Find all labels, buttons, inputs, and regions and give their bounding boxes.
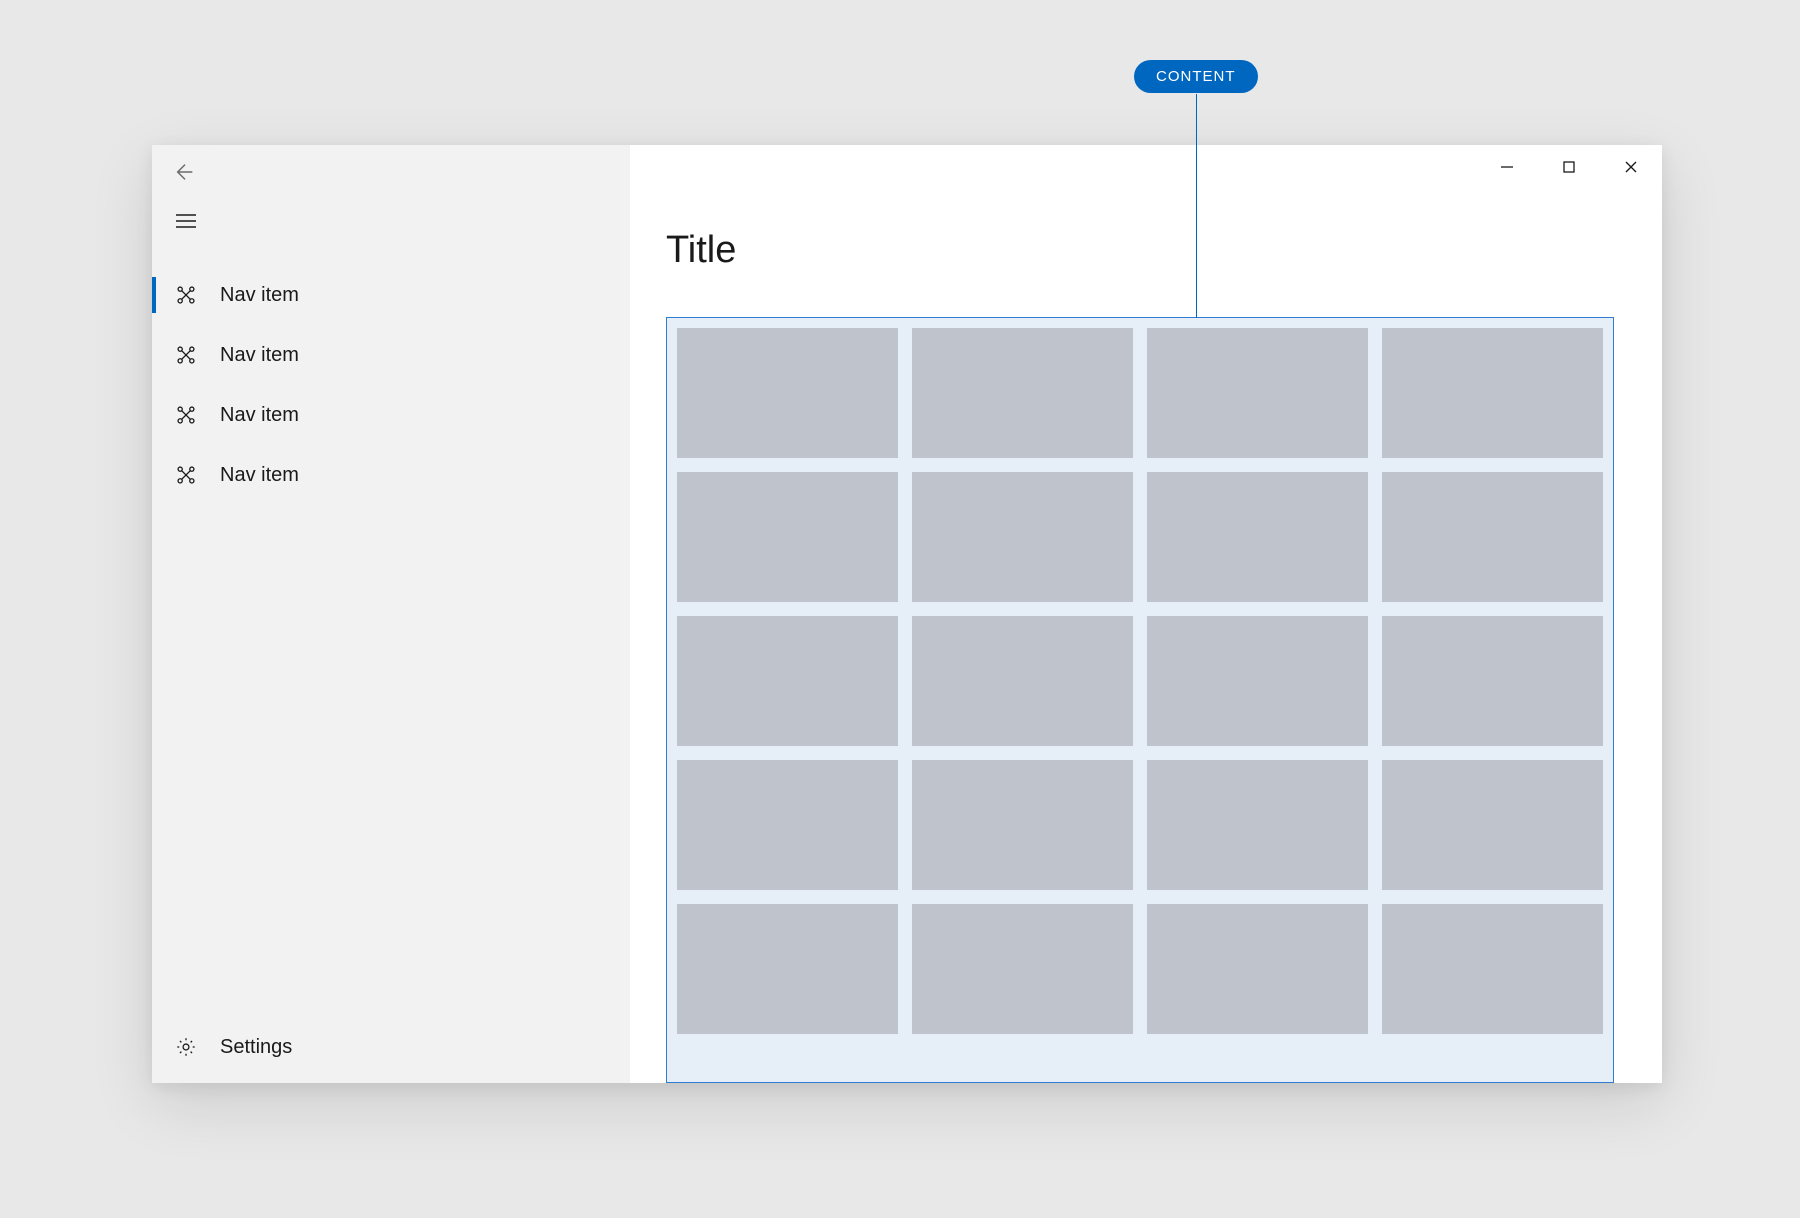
command-icon: [174, 283, 198, 307]
nav-item-3[interactable]: Nav item: [152, 445, 630, 505]
settings-label: Settings: [220, 1036, 292, 1059]
nav-item-label: Nav item: [220, 344, 299, 367]
gear-icon: [174, 1035, 198, 1059]
hamburger-icon[interactable]: [174, 209, 198, 233]
app-window: Nav item Nav item: [152, 145, 1662, 1083]
back-icon[interactable]: [174, 161, 196, 183]
maximize-button[interactable]: [1538, 145, 1600, 189]
page-title: Title: [666, 229, 736, 272]
command-icon: [174, 403, 198, 427]
settings-item[interactable]: Settings: [152, 1017, 630, 1077]
content-tile[interactable]: [1382, 760, 1603, 890]
command-icon: [174, 343, 198, 367]
content-tile[interactable]: [1147, 472, 1368, 602]
close-button[interactable]: [1600, 145, 1662, 189]
nav-list: Nav item Nav item: [152, 265, 630, 505]
content-tile[interactable]: [1147, 760, 1368, 890]
minimize-button[interactable]: [1476, 145, 1538, 189]
content-tile[interactable]: [677, 760, 898, 890]
content-tile[interactable]: [1382, 328, 1603, 458]
window-controls: [1476, 145, 1662, 189]
content-tile[interactable]: [912, 616, 1133, 746]
nav-item-label: Nav item: [220, 404, 299, 427]
nav-pane: Nav item Nav item: [152, 145, 630, 1083]
content-tile[interactable]: [1147, 904, 1368, 1034]
content-tile[interactable]: [677, 472, 898, 602]
content-tile[interactable]: [677, 904, 898, 1034]
content-tile[interactable]: [1147, 616, 1368, 746]
annotation-pill: CONTENT: [1134, 60, 1258, 93]
content-tile[interactable]: [1147, 328, 1368, 458]
content-pane: Title: [630, 145, 1662, 1083]
nav-item-1[interactable]: Nav item: [152, 325, 630, 385]
content-tile[interactable]: [1382, 616, 1603, 746]
content-tile[interactable]: [912, 904, 1133, 1034]
nav-item-label: Nav item: [220, 284, 299, 307]
annotation-content: CONTENT: [1134, 60, 1258, 93]
content-tile[interactable]: [1382, 472, 1603, 602]
content-tile[interactable]: [912, 328, 1133, 458]
content-tile[interactable]: [912, 760, 1133, 890]
nav-item-0[interactable]: Nav item: [152, 265, 630, 325]
nav-item-2[interactable]: Nav item: [152, 385, 630, 445]
content-grid: [667, 318, 1613, 1034]
content-tile[interactable]: [1382, 904, 1603, 1034]
command-icon: [174, 463, 198, 487]
nav-item-label: Nav item: [220, 464, 299, 487]
content-tile[interactable]: [677, 328, 898, 458]
content-tile[interactable]: [677, 616, 898, 746]
content-tile[interactable]: [912, 472, 1133, 602]
content-region: [666, 317, 1614, 1083]
annotation-line: [1196, 94, 1197, 318]
